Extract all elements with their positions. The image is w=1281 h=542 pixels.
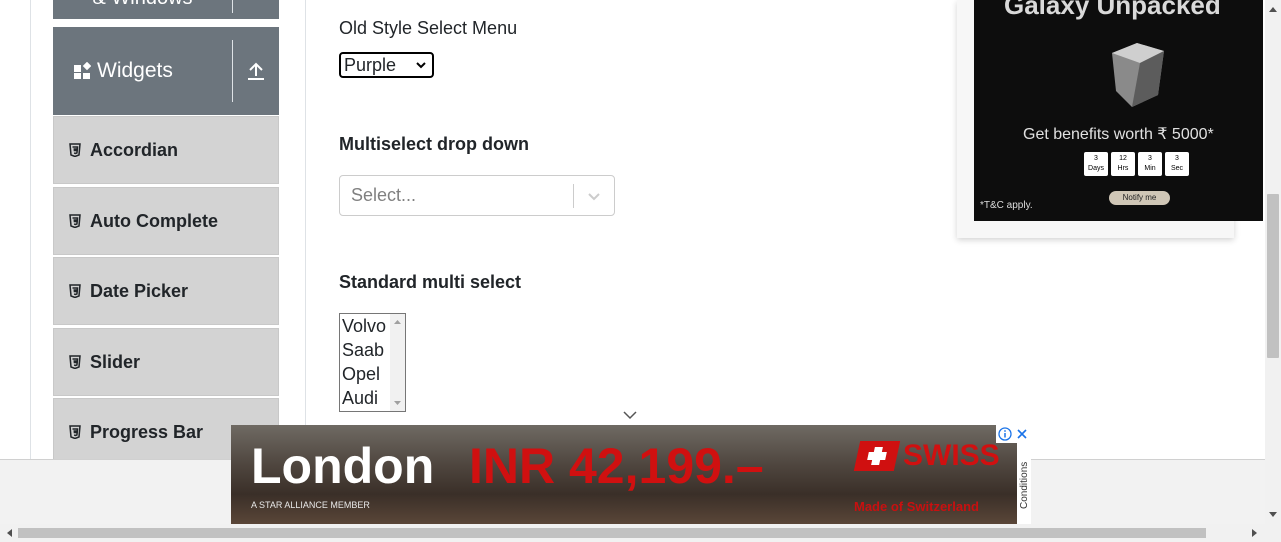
horizontal-scrollbar[interactable] (0, 524, 1265, 542)
sidebar-item-label: Slider (90, 351, 141, 372)
widgets-icon (74, 62, 91, 79)
scroll-down-icon[interactable] (1268, 510, 1278, 520)
terms-text: *T&C apply. (980, 200, 1033, 211)
scroll-left-icon[interactable] (4, 528, 14, 538)
ad-choices[interactable] (996, 425, 1030, 443)
group-toggle-button[interactable] (233, 0, 279, 19)
close-icon[interactable] (1016, 428, 1028, 440)
scroll-right-icon[interactable] (1250, 528, 1260, 538)
ad-benefits-text: Get benefits worth ₹ 5000* (1023, 126, 1214, 143)
vertical-scrollbar[interactable] (1265, 0, 1281, 524)
html5-icon (69, 425, 81, 439)
select-value: Purple (344, 54, 397, 75)
chevron-down-icon (416, 62, 426, 69)
sidebar-group-windows[interactable]: & Windows (53, 0, 279, 19)
timer-minutes: 3 Min (1138, 152, 1162, 176)
timer-hours: 12 Hrs (1111, 152, 1135, 176)
left-border-line (30, 0, 31, 460)
sidebar-item-date-picker[interactable]: Date Picker (53, 257, 279, 325)
swiss-brand-text: SWISS (903, 439, 1000, 472)
page-viewport: & Windows Widgets (0, 0, 1265, 524)
sidebar-group-label: & Windows (53, 0, 232, 12)
sidebar-group-label: Widgets (97, 59, 173, 82)
cube-icon (1112, 43, 1164, 107)
timer-seconds: 3 Sec (1165, 152, 1189, 176)
sidebar-item-slider[interactable]: Slider (53, 328, 279, 396)
star-alliance-text: A STAR ALLIANCE MEMBER (251, 500, 370, 510)
ad-tagline: Made of Switzerland (854, 499, 979, 514)
timer-days: 3 Days (1084, 152, 1108, 176)
ad-banner-right[interactable]: Galaxy Unpacked Get benefits worth ₹ 500… (957, 0, 1263, 238)
dropdown-placeholder: Select... (351, 185, 417, 205)
multiselect-dropdown[interactable]: Select... (339, 175, 615, 216)
ad-creative[interactable]: Galaxy Unpacked Get benefits worth ₹ 500… (974, 0, 1263, 221)
chevron-down-icon (588, 192, 600, 200)
html5-icon (69, 214, 81, 228)
ad-banner-bottom[interactable]: London INR 42,199.– SWISS A STAR ALLIANC… (231, 425, 1031, 524)
html5-icon (69, 355, 81, 369)
conditions-link[interactable]: Conditions (1019, 462, 1030, 509)
info-icon[interactable] (998, 427, 1012, 441)
old-style-select[interactable]: Purple (339, 52, 434, 78)
upload-arrow-icon (248, 62, 264, 80)
sidebar-item-label: Progress Bar (90, 421, 204, 442)
html5-icon (69, 284, 81, 298)
multiselect-dropdown-label: Multiselect drop down (339, 134, 530, 154)
ad-price: INR 42,199.– (469, 438, 764, 494)
ad-city: London (251, 438, 435, 494)
sidebar-item-label: Accordian (90, 139, 179, 160)
scroll-up-arrow-icon (394, 320, 401, 324)
collapse-button[interactable] (233, 27, 279, 115)
sidebar-group-widgets[interactable]: Widgets (53, 27, 279, 115)
sidebar-item-label: Auto Complete (90, 210, 218, 231)
sidebar-item-auto-complete[interactable]: Auto Complete (53, 187, 279, 255)
sidebar-item-accordian[interactable]: Accordian (53, 116, 279, 184)
chevron-down-icon (623, 411, 637, 420)
sidebar-item-label: Date Picker (90, 280, 189, 301)
standard-multi-select[interactable]: Volvo Saab Opel Audi (339, 313, 406, 412)
notify-me-button[interactable]: Notify me (1109, 191, 1170, 205)
listbox-scrollbar[interactable] (390, 314, 405, 411)
dropdown-indicator[interactable] (574, 187, 614, 205)
swiss-flag-icon (853, 441, 901, 471)
vertical-scroll-thumb[interactable] (1267, 194, 1279, 358)
standard-multi-select-label: Standard multi select (339, 272, 522, 292)
scrollbar-corner (1265, 524, 1281, 542)
html5-icon (69, 143, 81, 157)
scroll-down-arrow-icon (394, 401, 401, 405)
swiss-logo: SWISS (853, 439, 1000, 473)
horizontal-scroll-thumb[interactable] (18, 528, 1206, 538)
old-select-label: Old Style Select Menu (339, 18, 518, 38)
scroll-up-icon[interactable] (1268, 4, 1278, 14)
sidebar-divider (305, 0, 306, 460)
countdown-timer: 3 Days 12 Hrs 3 Min 3 Sec (1084, 152, 1189, 176)
ad-headline: Galaxy Unpacked (1004, 0, 1221, 20)
